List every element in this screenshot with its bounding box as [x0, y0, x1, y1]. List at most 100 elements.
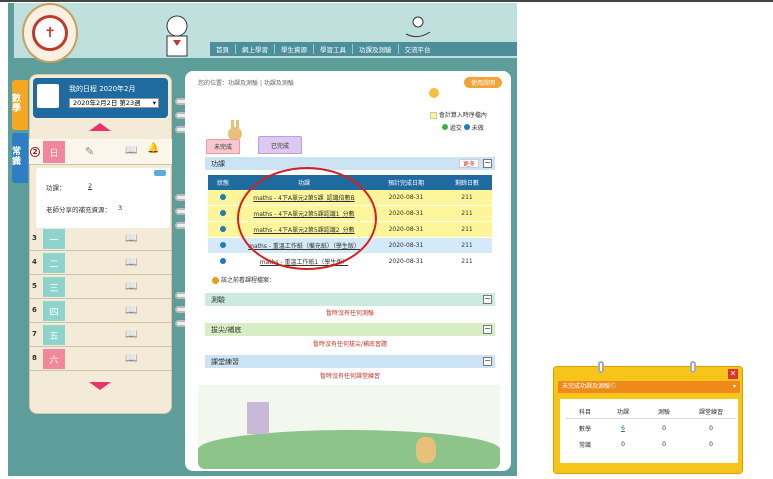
mascot-icon	[166, 15, 188, 57]
book-icon[interactable]: 📖	[125, 329, 137, 340]
teacher-resources-count[interactable]: 3	[118, 204, 122, 212]
nav-homework-tests[interactable]: 功課及測驗	[353, 44, 399, 54]
book-icon[interactable]: 📖	[125, 233, 137, 244]
day-number: 6	[32, 306, 37, 314]
status-cell	[208, 241, 238, 250]
popup-title-text: 未完成功課及測驗Ⓒ	[562, 383, 617, 390]
tab-complete[interactable]: 已完成	[258, 136, 302, 154]
nav-learning-tools[interactable]: 學習工具	[314, 44, 353, 54]
status-cell	[208, 225, 238, 234]
collapse-button[interactable]: −	[483, 159, 492, 168]
teacher-resources-label: 老師分享的補充資源：	[46, 206, 111, 214]
enrichment-section-title: 拔尖/補底	[211, 325, 242, 334]
side-tab-general-studies[interactable]: 常識	[12, 133, 28, 183]
tab-incomplete[interactable]: 未完成	[206, 139, 240, 154]
calendar-up-arrow[interactable]	[89, 123, 111, 131]
popup-homework-count: 0	[621, 440, 625, 448]
legend-submitted: 遞交	[449, 125, 462, 132]
calendar-down-arrow[interactable]	[89, 382, 111, 390]
homework-section-title: 功課	[211, 159, 225, 168]
popup-subject: 常識	[578, 441, 591, 449]
collapse-button[interactable]: −	[483, 325, 492, 334]
popup-homework-count[interactable]: 6	[604, 425, 642, 432]
book-icon[interactable]: 📖	[125, 281, 137, 292]
school-logo[interactable]: ✝	[22, 3, 78, 63]
side-tab-maths[interactable]: 數學	[12, 80, 28, 130]
legend: 會計算入時序檔內 遞交 未做	[430, 110, 487, 132]
col-days-left[interactable]: 剩餘日數	[442, 178, 492, 187]
course-note-text[interactable]: 該之前看課程檔案：	[221, 277, 275, 284]
collapse-button[interactable]: −	[483, 295, 492, 304]
classwork-empty-message: 暫時沒有任何課堂練習	[319, 373, 380, 380]
classwork-section-title: 課堂練習	[211, 357, 239, 366]
book-icon[interactable]: 📖	[125, 305, 137, 316]
due-date-cell: 2020-08-31	[388, 242, 424, 249]
popup-classwork-count: 0	[709, 424, 713, 432]
rabbit-illustration	[416, 437, 436, 463]
days-left-cell: 211	[461, 242, 473, 249]
nav-student-resources[interactable]: 學生資源	[275, 44, 314, 54]
col-status[interactable]: 狀態	[208, 178, 238, 187]
help-label: 使用說明	[470, 80, 495, 87]
popup-body: 科目 功課 測驗 課堂練習 數學 6 0 0 常識 0 0 0	[560, 399, 738, 463]
nav-exchange[interactable]: 交流平台	[399, 44, 437, 54]
due-date-cell: 2020-08-31	[388, 210, 424, 217]
collapse-button[interactable]: −	[483, 357, 492, 366]
day-row-sunday[interactable]: 2 日 ✎ 📖 🔔	[29, 139, 172, 165]
classwork-section-header: 課堂練習 −	[205, 355, 495, 368]
days-left-cell: 211	[461, 194, 473, 201]
book-icon[interactable]: 📖	[125, 353, 137, 364]
popup-row: 數學 6 0 0	[566, 421, 736, 435]
due-date-cell: 2020-08-31	[388, 194, 424, 201]
day-row-friday[interactable]: 7 五 📖	[29, 324, 172, 347]
days-left-cell: 211	[461, 226, 473, 233]
submitted-icon	[442, 124, 448, 130]
pencil-icon[interactable]: ✎	[85, 145, 94, 158]
day-number: 4	[32, 258, 37, 266]
day-number: 5	[32, 282, 37, 290]
breadcrumb: 您的位置：功課及測驗 | 功課及測驗	[198, 78, 294, 87]
help-button[interactable]: 使用說明	[464, 77, 502, 88]
day-number: 3	[32, 234, 37, 242]
homework-section-header: 功課 更多 −	[205, 157, 495, 170]
day-row-tuesday[interactable]: 4 二 📖	[29, 252, 172, 275]
day-detail: 功課： 2 老師分享的補充資源： 3	[36, 168, 170, 228]
days-left-cell: 211	[461, 210, 473, 217]
week-select[interactable]: 2020年2月2日 第23週 ▾	[69, 98, 159, 108]
nav-home[interactable]: 首頁	[210, 44, 236, 54]
nav-online-learning[interactable]: 網上學習	[236, 44, 275, 54]
day-row-wednesday[interactable]: 5 三 📖	[29, 276, 172, 299]
course-note: 該之前看課程檔案：	[212, 275, 275, 284]
pen-doodle-icon	[405, 16, 431, 38]
breadcrumb-link[interactable]: 功課及測驗	[228, 80, 258, 87]
popup-ring	[690, 361, 696, 373]
calendar-title: 我的日程 2020年2月	[69, 85, 136, 93]
day-name: 二	[43, 253, 65, 273]
legend-not-submitted: 未做	[471, 125, 484, 132]
not-submitted-icon	[220, 241, 226, 248]
popup-title: 未完成功課及測驗Ⓒ ▾	[558, 381, 740, 393]
popup-test-count: 0	[662, 424, 666, 432]
day-row-monday[interactable]: 3 一 📖	[29, 228, 172, 251]
collapse-icon[interactable]	[154, 170, 166, 176]
homework-count[interactable]: 2	[88, 182, 92, 190]
popup-test-count: 0	[662, 440, 666, 448]
close-icon[interactable]: ✕	[728, 369, 738, 379]
due-date-cell: 2020-08-31	[388, 258, 424, 265]
more-button[interactable]: 更多	[458, 159, 479, 168]
day-name: 日	[43, 141, 65, 163]
book-icon[interactable]: 📖	[125, 145, 137, 156]
book-icon[interactable]: 📖	[125, 257, 137, 268]
popup-col-homework: 功課	[616, 409, 629, 416]
calendar-icon	[37, 84, 59, 108]
day-row-saturday[interactable]: 8 六 📖	[29, 348, 172, 371]
not-submitted-icon	[220, 257, 226, 264]
school-crest-icon: ✝	[32, 15, 68, 51]
bell-icon[interactable]: 🔔	[147, 143, 159, 154]
col-due-date[interactable]: 預計完成日期	[370, 178, 442, 187]
day-row-thursday[interactable]: 6 四 📖	[29, 300, 172, 323]
chevron-down-icon[interactable]: ▾	[733, 381, 736, 393]
not-submitted-icon	[220, 225, 226, 232]
week-select-value: 2020年2月2日 第23週	[73, 99, 141, 107]
days-left-cell: 211	[461, 258, 473, 265]
